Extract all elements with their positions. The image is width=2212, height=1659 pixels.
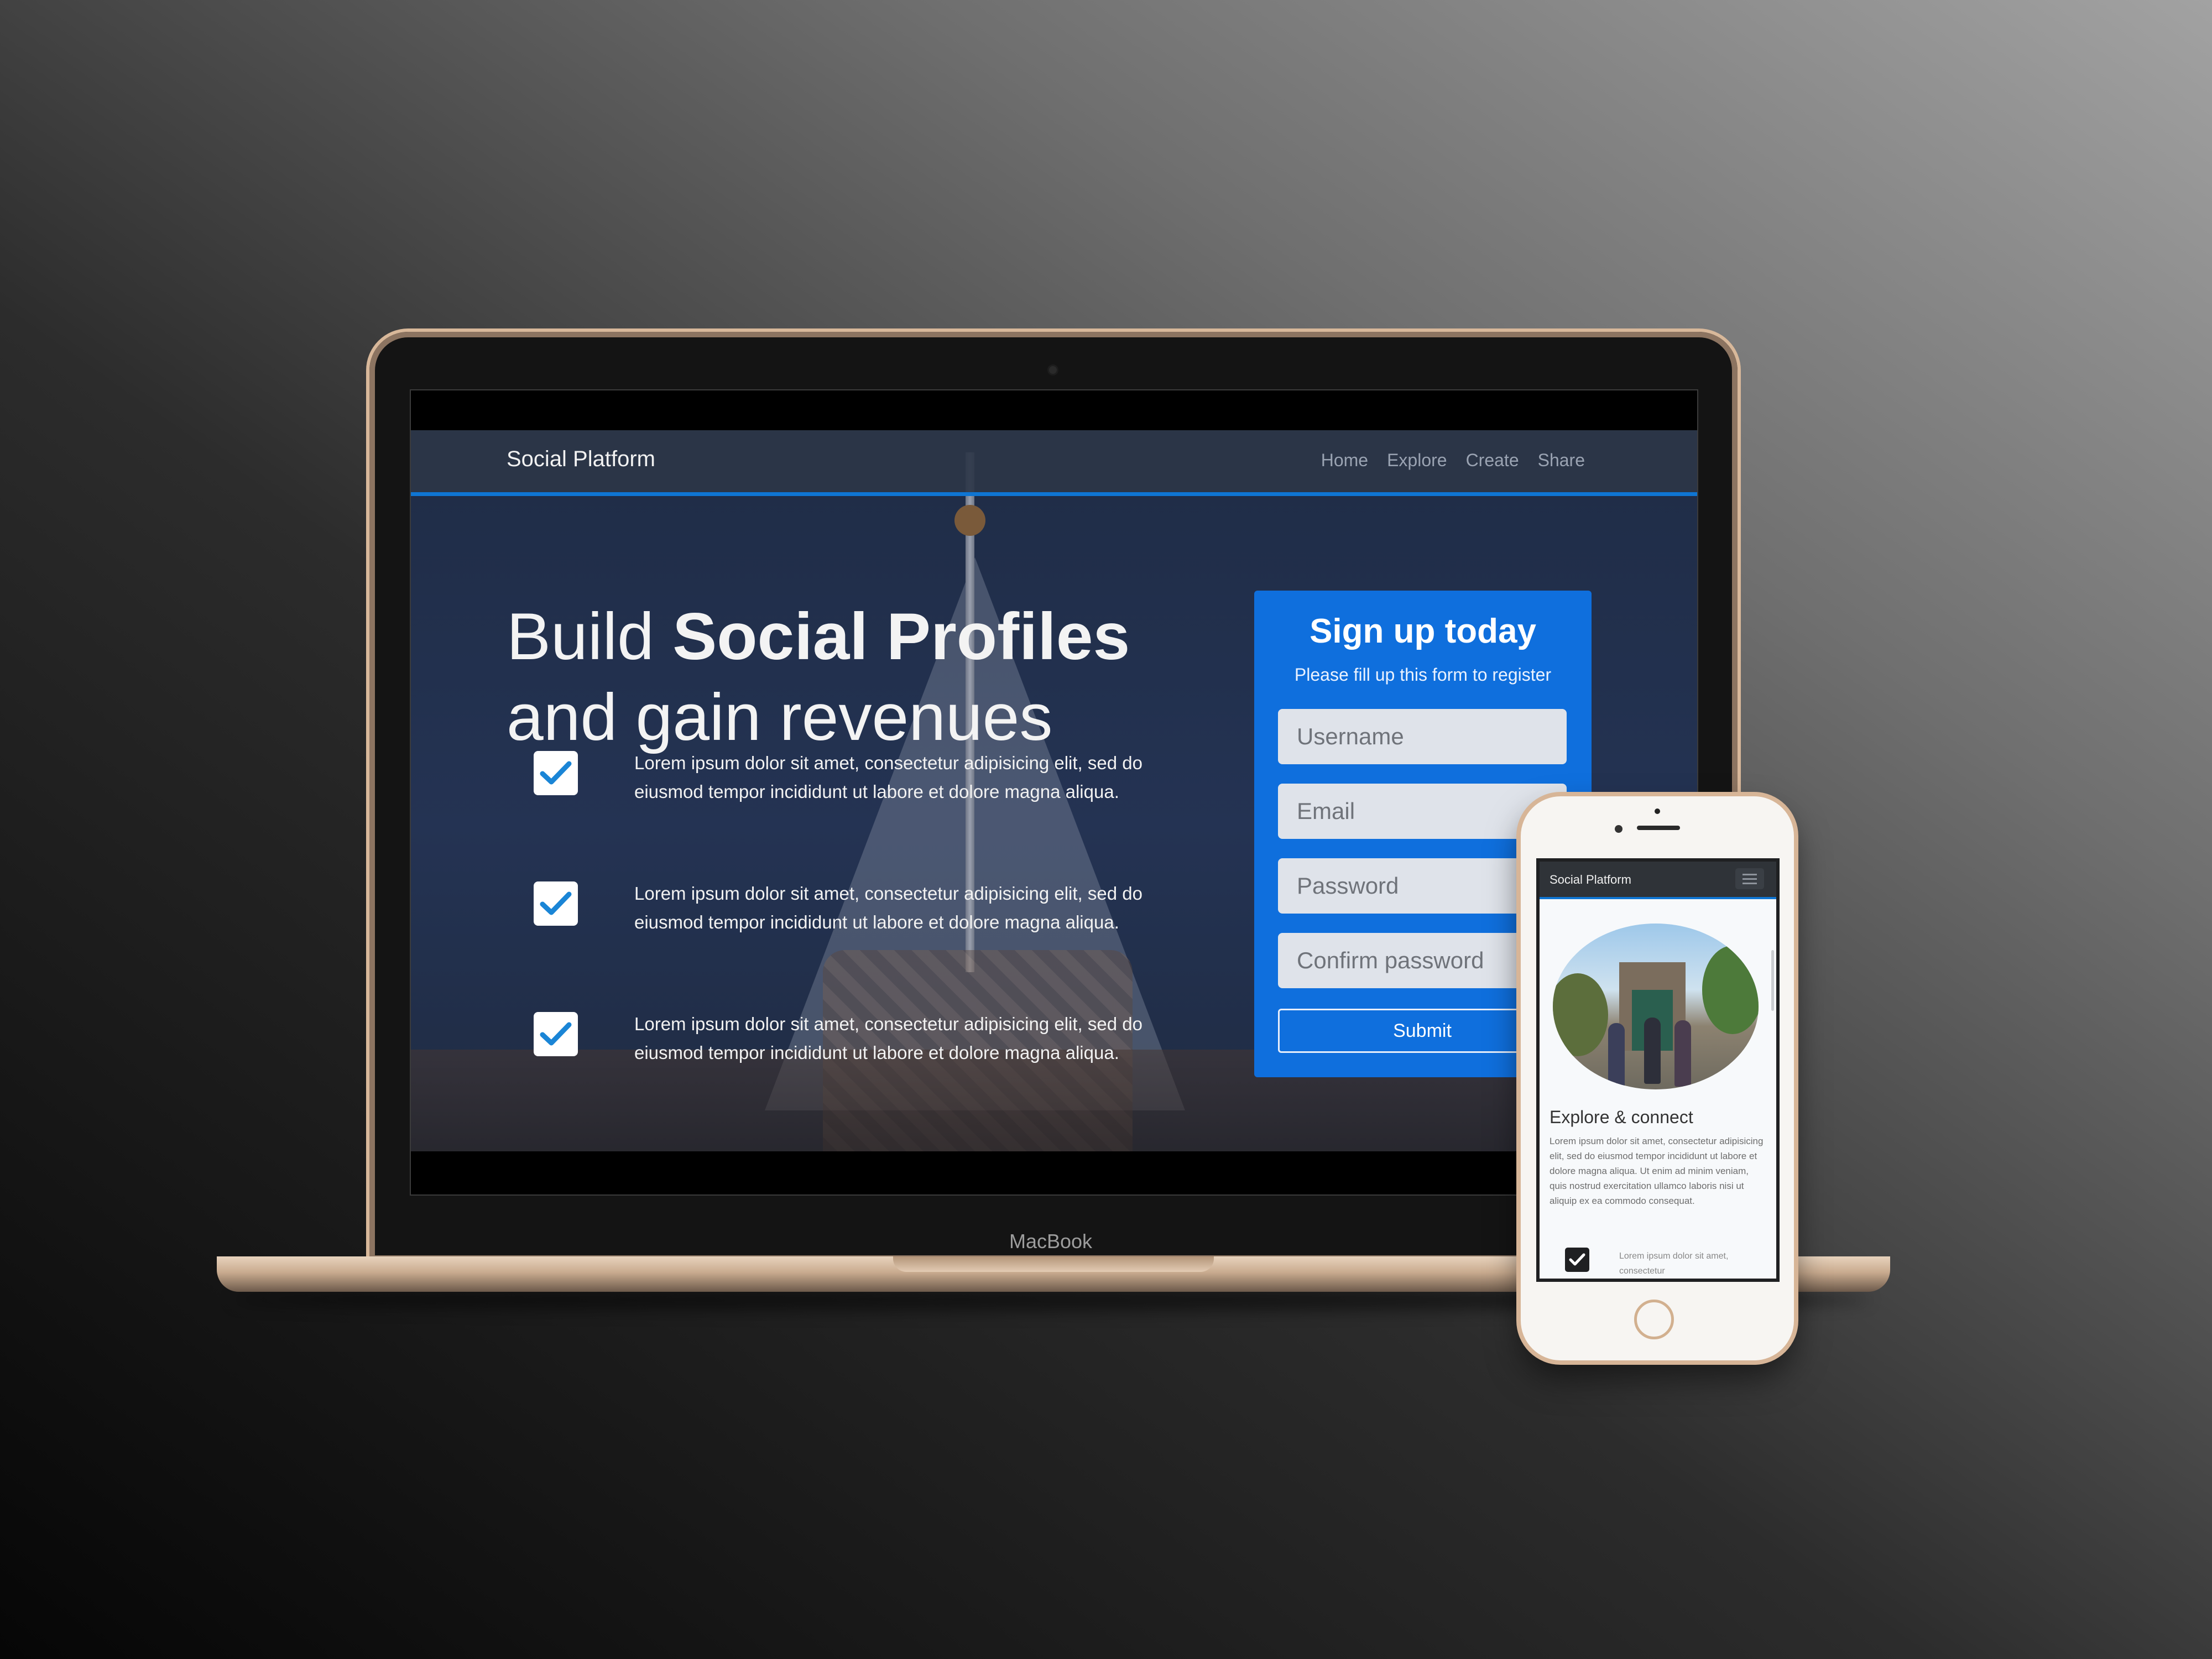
nav-link-explore[interactable]: Explore bbox=[1387, 450, 1447, 471]
mobile-navbar: Social Platform bbox=[1540, 862, 1776, 899]
scrollbar[interactable] bbox=[1771, 950, 1774, 1011]
signup-title: Sign up today bbox=[1310, 612, 1536, 650]
feature-item: Lorem ipsum dolor sit amet, consectetur … bbox=[534, 1012, 1197, 1142]
mobile-brand-logo[interactable]: Social Platform bbox=[1550, 873, 1631, 887]
laptop-hinge-notch bbox=[893, 1256, 1214, 1272]
camera-icon bbox=[1049, 366, 1057, 374]
checkmark-icon bbox=[534, 751, 578, 795]
checkmark-icon bbox=[534, 881, 578, 926]
checkmark-icon bbox=[1565, 1248, 1589, 1272]
landing-page: Social Platform Home Explore Create Shar… bbox=[411, 430, 1697, 1151]
feature-text: Lorem ipsum dolor sit amet, consectetur … bbox=[634, 1014, 1142, 1063]
phone-speaker bbox=[1637, 826, 1680, 830]
nav-link-share[interactable]: Share bbox=[1538, 450, 1585, 471]
hamburger-icon[interactable] bbox=[1735, 868, 1764, 889]
laptop-screen: Social Platform Home Explore Create Shar… bbox=[410, 389, 1698, 1196]
explore-photo bbox=[1553, 924, 1759, 1089]
navbar: Social Platform Home Explore Create Shar… bbox=[411, 430, 1697, 496]
checkmark-icon bbox=[534, 1012, 578, 1056]
explore-paragraph: Lorem ipsum dolor sit amet, consectetur … bbox=[1550, 1136, 1764, 1206]
phone-camera-icon bbox=[1655, 808, 1660, 814]
home-button[interactable] bbox=[1634, 1300, 1674, 1339]
hero-title-end: and gain revenues bbox=[507, 680, 1053, 754]
background-ornament bbox=[954, 505, 985, 536]
brand-logo[interactable]: Social Platform bbox=[507, 447, 655, 472]
mobile-feature-text: Lorem ipsum dolor sit amet, consectetur bbox=[1619, 1251, 1729, 1276]
feature-list: Lorem ipsum dolor sit amet, consectetur … bbox=[534, 751, 1197, 1142]
nav-link-home[interactable]: Home bbox=[1321, 450, 1368, 471]
hero-title-start: Build bbox=[507, 599, 673, 674]
feature-text: Lorem ipsum dolor sit amet, consectetur … bbox=[634, 883, 1142, 932]
explore-heading: Explore & connect bbox=[1550, 1107, 1693, 1127]
username-input[interactable] bbox=[1278, 709, 1567, 764]
nav-link-create[interactable]: Create bbox=[1466, 450, 1519, 471]
hero-title: Build Social Profiles and gain revenues bbox=[507, 596, 1225, 758]
phone-screen: Social Platform Explore & connect Lorem … bbox=[1536, 858, 1780, 1282]
feature-text: Lorem ipsum dolor sit amet, consectetur … bbox=[634, 753, 1142, 802]
laptop-brand-label: MacBook bbox=[1009, 1230, 1093, 1253]
feature-item: Lorem ipsum dolor sit amet, consectetur … bbox=[534, 881, 1197, 1012]
phone-sensor-icon bbox=[1615, 825, 1623, 833]
nav-links: Home Explore Create Share bbox=[1321, 450, 1585, 471]
hero-title-highlight: Social Profiles bbox=[672, 599, 1130, 674]
signup-subtitle: Please fill up this form to register bbox=[1294, 665, 1552, 685]
feature-item: Lorem ipsum dolor sit amet, consectetur … bbox=[534, 751, 1197, 881]
